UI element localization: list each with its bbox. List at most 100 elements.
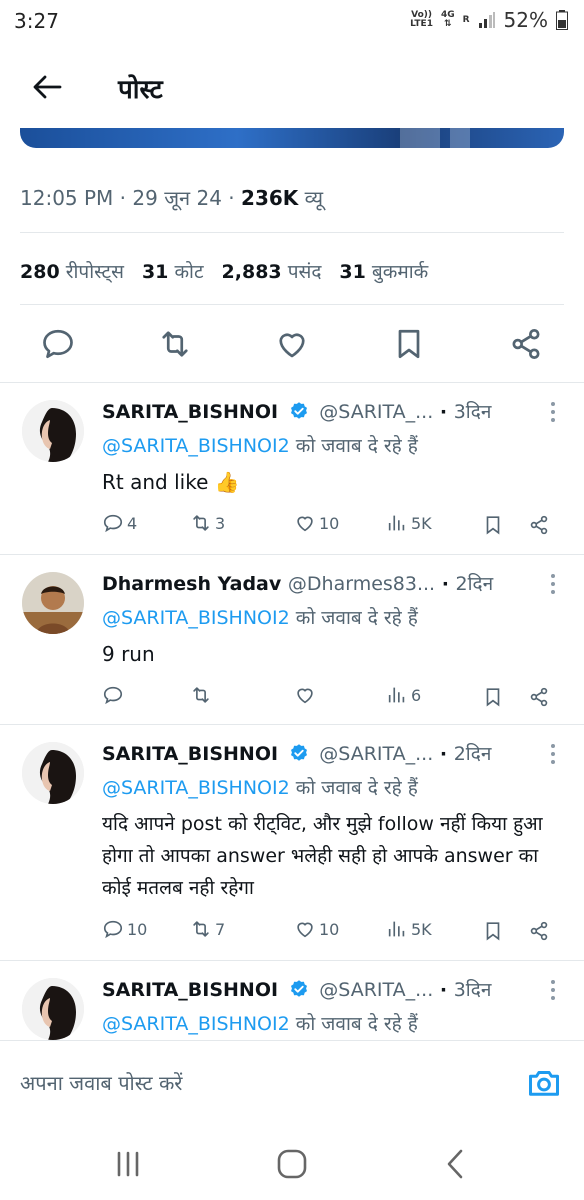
avatar[interactable]	[22, 400, 84, 462]
reply-age: 3दिन	[453, 401, 492, 423]
volte-indicator: Vo)) LTE1	[410, 10, 433, 29]
post-date: 29 जून 24	[132, 186, 222, 210]
reply-item[interactable]: Dharmesh Yadav @Dharmes83... · 2दिन @SAR…	[0, 554, 584, 724]
like-icon	[297, 922, 313, 938]
reply-button[interactable]	[102, 684, 127, 706]
bookmark-icon[interactable]	[482, 920, 504, 942]
reply-age: 3दिन	[453, 979, 492, 1001]
bookmark-icon[interactable]	[482, 514, 504, 536]
reply-author[interactable]: SARITA_BISHNOI	[102, 401, 278, 423]
like-button[interactable]	[294, 684, 319, 706]
likes-stat[interactable]: 2,883 पसंद	[222, 258, 322, 284]
replying-to: @SARITA_BISHNOI2 को जवाब दे रहे हैं	[102, 607, 418, 629]
repost-icon	[193, 687, 209, 703]
reply-age: 2दिन	[453, 743, 492, 765]
avatar[interactable]	[22, 572, 84, 634]
replying-to: @SARITA_BISHNOI2 को जवाब दे रहे हैं	[102, 777, 418, 799]
like-icon	[297, 516, 313, 532]
camera-icon[interactable]	[526, 1065, 562, 1101]
top-app-bar: पोस्ट	[0, 44, 584, 130]
repost-icon	[193, 921, 209, 937]
reply-button[interactable]: 10	[102, 918, 147, 940]
network-indicator: 4G ⇅	[440, 10, 455, 29]
reply-handle: @SARITA_...	[319, 401, 434, 423]
views-icon	[388, 921, 405, 937]
verified-badge-icon	[290, 402, 307, 419]
home-icon[interactable]	[274, 1146, 310, 1182]
system-nav-bar	[0, 1126, 584, 1200]
reply-handle: @SARITA_...	[319, 979, 434, 1001]
reply-author[interactable]: SARITA_BISHNOI	[102, 979, 278, 1001]
reposts-stat[interactable]: 280 रीपोस्ट्स	[20, 258, 124, 284]
battery-icon	[556, 10, 568, 30]
reply-input[interactable]: अपना जवाब पोस्ट करें	[20, 1069, 183, 1096]
share-icon[interactable]	[528, 920, 550, 942]
views-icon	[388, 515, 405, 531]
avatar[interactable]	[22, 978, 84, 1040]
like-button[interactable]: 10	[294, 512, 339, 534]
reply-icon	[103, 514, 123, 533]
reply-text: यदि आपने post को रीट्विट, और मुझे follow…	[102, 813, 543, 899]
verified-badge-icon	[290, 980, 307, 997]
repost-button[interactable]: 3	[190, 512, 225, 534]
reply-actions: 10 7 10 5K	[102, 918, 552, 944]
replying-to: @SARITA_BISHNOI2 को जवाब दे रहे हैं	[102, 435, 418, 457]
bookmark-icon[interactable]	[482, 686, 504, 708]
repost-button[interactable]	[190, 684, 215, 706]
replying-to: @SARITA_BISHNOI2 को जवाब दे रहे हैं	[102, 1013, 418, 1035]
status-icons: Vo)) LTE1 4G ⇅ R 52%	[410, 8, 568, 32]
back-nav-icon[interactable]	[438, 1146, 474, 1182]
repost-button[interactable]: 7	[190, 918, 225, 940]
views-button[interactable]: 6	[386, 684, 421, 706]
share-icon[interactable]	[528, 686, 550, 708]
more-options-icon[interactable]	[550, 742, 556, 766]
more-options-icon[interactable]	[550, 400, 556, 424]
reply-compose-bar[interactable]: अपना जवाब पोस्ट करें	[0, 1040, 584, 1126]
mention-link[interactable]: @SARITA_BISHNOI2	[102, 435, 290, 457]
verified-badge-icon	[290, 744, 307, 761]
reply-icon	[103, 686, 123, 705]
reply-item[interactable]: SARITA_BISHNOI @SARITA_... · 2दिन @SARIT…	[0, 724, 584, 960]
divider	[20, 232, 564, 233]
post-views-count: 236K	[241, 186, 299, 210]
reply-icon	[103, 920, 123, 939]
signal-icon	[478, 12, 495, 28]
more-options-icon[interactable]	[550, 572, 556, 596]
post-time: 12:05 PM	[20, 186, 114, 210]
reply-text: 9 run	[102, 642, 155, 666]
mention-link[interactable]: @SARITA_BISHNOI2	[102, 607, 290, 629]
reply-button[interactable]: 4	[102, 512, 137, 534]
quotes-stat[interactable]: 31 कोट	[142, 258, 204, 284]
mention-link[interactable]: @SARITA_BISHNOI2	[102, 777, 290, 799]
divider	[20, 304, 564, 305]
avatar[interactable]	[22, 742, 84, 804]
bookmarks-stat[interactable]: 31 बुकमार्क	[339, 258, 428, 284]
reply-author[interactable]: Dharmesh Yadav	[102, 573, 281, 595]
reply-text: Rt and like 👍	[102, 470, 240, 494]
post-meta: 12:05 PM · 29 जून 24 · 236K व्यू	[20, 186, 324, 210]
reply-age: 2दिन	[455, 573, 494, 595]
reply-author[interactable]: SARITA_BISHNOI	[102, 743, 278, 765]
reply-actions: 6	[102, 684, 552, 710]
status-bar: 3:27 Vo)) LTE1 4G ⇅ R 52%	[0, 0, 584, 44]
reply-actions: 4 3 10 5K	[102, 512, 552, 538]
bookmark-icon[interactable]	[391, 326, 427, 362]
share-icon[interactable]	[528, 514, 550, 536]
mention-link[interactable]: @SARITA_BISHNOI2	[102, 1013, 290, 1035]
like-button[interactable]: 10	[294, 918, 339, 940]
post-media[interactable]	[20, 128, 564, 148]
recent-apps-icon[interactable]	[110, 1146, 146, 1182]
reply-item[interactable]: SARITA_BISHNOI @SARITA_... · 3दिन @SARIT…	[0, 382, 584, 554]
like-icon[interactable]	[274, 326, 310, 362]
repost-icon	[193, 515, 209, 531]
share-icon[interactable]	[508, 326, 544, 362]
views-button[interactable]: 5K	[386, 512, 432, 534]
reply-icon[interactable]	[40, 326, 76, 362]
repost-icon[interactable]	[157, 326, 193, 362]
page-title: पोस्ट	[118, 75, 163, 105]
views-button[interactable]: 5K	[386, 918, 432, 940]
more-options-icon[interactable]	[550, 978, 556, 1002]
back-arrow-icon[interactable]	[30, 70, 64, 104]
post-actions	[40, 326, 544, 362]
reply-item[interactable]: SARITA_BISHNOI @SARITA_... · 3दिन @SARIT…	[0, 960, 584, 1040]
